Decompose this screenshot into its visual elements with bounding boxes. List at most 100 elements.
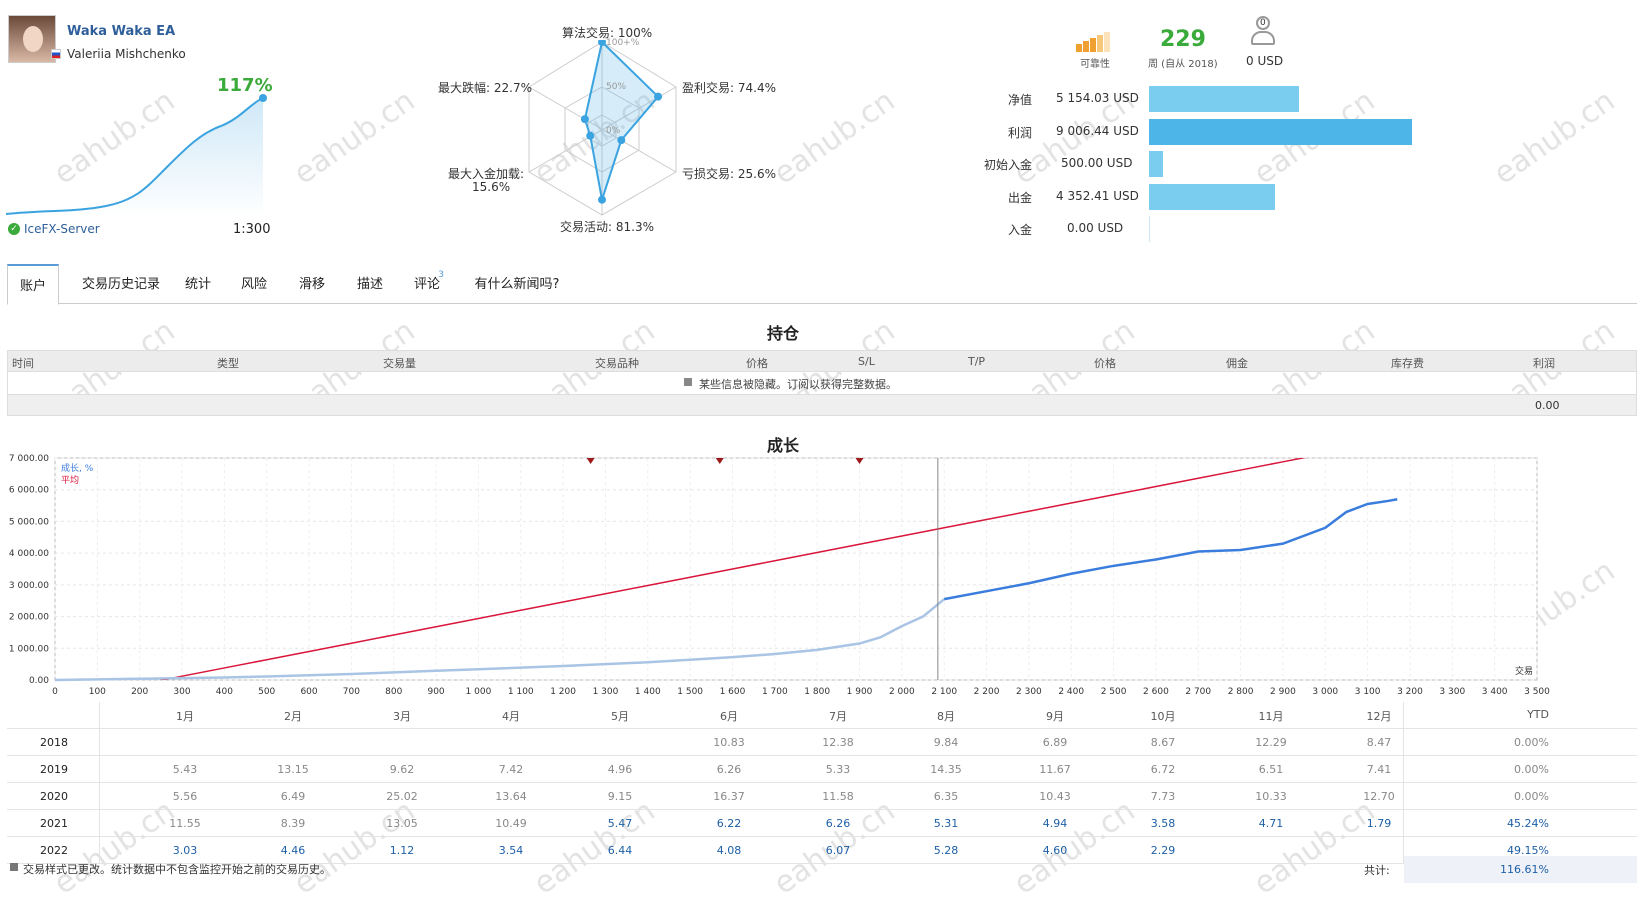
subscribers-value: 0 USD bbox=[1246, 54, 1284, 68]
radar-point bbox=[654, 92, 663, 101]
month-header: 3月 bbox=[393, 710, 411, 723]
month-header: 2月 bbox=[284, 710, 302, 723]
ytd-value: 0.00% bbox=[1514, 790, 1549, 803]
month-return: 3.58 bbox=[1150, 817, 1176, 830]
month-return: 6.22 bbox=[716, 817, 742, 830]
ytd-value: 0.00% bbox=[1514, 736, 1549, 749]
x-tick-label: 1 500 bbox=[677, 687, 703, 697]
year-label: 2020 bbox=[40, 790, 68, 803]
month-return: 8.67 bbox=[1150, 736, 1176, 749]
tab-statistics[interactable]: 统计 bbox=[179, 264, 217, 304]
growth-sparkline bbox=[6, 94, 267, 218]
verified-check-icon: ✓ bbox=[8, 223, 20, 235]
leverage: 1:300 bbox=[233, 222, 271, 237]
signal-header: Waka Waka EA Valeriia Mishchenko 117% ✓ … bbox=[0, 0, 1637, 255]
x-tick-label: 2 400 bbox=[1058, 687, 1084, 697]
month-header: 1月 bbox=[176, 710, 194, 723]
x-tick-label: 2 600 bbox=[1143, 687, 1169, 697]
month-return: 5.56 bbox=[172, 790, 198, 803]
radar-polygon bbox=[583, 40, 660, 201]
radar-chart bbox=[528, 40, 677, 216]
x-tick-label: 2 500 bbox=[1101, 687, 1127, 697]
russia-flag-icon bbox=[51, 49, 61, 59]
month-return: 9.84 bbox=[933, 736, 959, 749]
month-return: 6.07 bbox=[825, 844, 851, 857]
month-return: 2.29 bbox=[1150, 844, 1176, 857]
positions-column-header: T/P bbox=[968, 355, 986, 368]
x-tick-label: 100 bbox=[89, 687, 106, 697]
author-avatar[interactable] bbox=[8, 15, 56, 63]
tab-trade-history[interactable]: 交易历史记录 bbox=[71, 264, 171, 304]
month-return: 16.37 bbox=[713, 790, 745, 803]
month-return: 14.35 bbox=[930, 763, 962, 776]
month-return: 6.49 bbox=[280, 790, 306, 803]
tab-risk[interactable]: 风险 bbox=[235, 264, 273, 304]
tab-slippage[interactable]: 滑移 bbox=[293, 264, 331, 304]
stat-label: 净值 bbox=[1008, 93, 1033, 107]
x-tick-label: 2 800 bbox=[1228, 687, 1254, 697]
month-return: 4.71 bbox=[1258, 817, 1284, 830]
growth-chart[interactable]: 7 000.00 6 000.00 5 000.00 4 000.00 3 000.00… bbox=[0, 452, 1637, 702]
tab-reviews[interactable]: 评论 3 bbox=[407, 264, 447, 304]
year-label: 2022 bbox=[40, 844, 68, 857]
reliability-bars-icon bbox=[1076, 32, 1120, 52]
radar-scale-50: 50% bbox=[606, 82, 627, 92]
month-return: 4.60 bbox=[1042, 844, 1068, 857]
y-tick-label: 5 000.00 bbox=[9, 517, 49, 527]
radar-deposit-load-value: 15.6% bbox=[472, 180, 511, 194]
tab-account[interactable]: 账户 bbox=[7, 264, 59, 305]
month-return: 6.72 bbox=[1150, 763, 1176, 776]
ytd-value: 45.24% bbox=[1507, 817, 1549, 830]
returns-row: 2020 5.56 6.49 25.02 13.64 9.15 16.37 11.58 6.35… bbox=[7, 783, 1637, 810]
returns-header-row: 1月 2月 3月 4月 5月 6月 7月 8月 9月 10月 11月 12月 YTD bbox=[7, 702, 1637, 729]
x-tick-label: 1 700 bbox=[762, 687, 788, 697]
author-name[interactable]: Valeriia Mishchenko bbox=[67, 47, 186, 61]
tab-description[interactable]: 描述 bbox=[351, 264, 389, 304]
month-header: 5月 bbox=[611, 710, 629, 723]
x-tick-label: 3 400 bbox=[1482, 687, 1508, 697]
stat-label: 利润 bbox=[1008, 125, 1033, 140]
x-tick-label: 800 bbox=[385, 687, 402, 697]
stat-bar bbox=[1149, 151, 1164, 177]
x-tick-label: 300 bbox=[173, 687, 190, 697]
stat-value: 9 006.44 USD bbox=[1056, 123, 1139, 138]
hidden-notice[interactable]: 某些信息被隐藏。订阅以获得完整数据。 bbox=[699, 376, 897, 392]
footer-note: 交易样式已更改。统计数据中不包含监控开始之前的交易历史。 bbox=[23, 863, 331, 876]
weeks-value: 229 bbox=[1160, 27, 1206, 52]
radar-profit-label: 盈利交易: 74.4% bbox=[682, 81, 776, 95]
reviews-count-badge: 3 bbox=[438, 270, 444, 280]
positions-column-header: S/L bbox=[858, 355, 875, 368]
stat-value: 500.00 USD bbox=[1061, 156, 1133, 170]
x-tick-label: 2 200 bbox=[974, 687, 1000, 697]
server-name[interactable]: IceFX-Server bbox=[24, 222, 100, 236]
month-return: 11.67 bbox=[1039, 763, 1071, 776]
ea-name-link[interactable]: Waka Waka EA bbox=[67, 24, 175, 39]
month-return: 4.46 bbox=[280, 844, 306, 857]
info-square-icon bbox=[684, 378, 692, 386]
legend-average: 平均 bbox=[61, 474, 79, 486]
y-tick-label: 3 000.00 bbox=[9, 581, 49, 591]
legend-growth: 成长, % bbox=[61, 462, 94, 474]
tab-news[interactable]: 有什么新闻吗? bbox=[469, 264, 565, 304]
month-return: 8.47 bbox=[1366, 736, 1392, 749]
month-return: 9.62 bbox=[389, 763, 415, 776]
y-tick-label: 2 000.00 bbox=[9, 613, 49, 623]
positions-header: 时间 类型 交易量 交易品种 价格 S/L T/P 价格 佣金 库存费 利润 bbox=[7, 350, 1637, 372]
positions-total-row: 0.00 bbox=[7, 394, 1637, 416]
month-return: 12.38 bbox=[822, 736, 854, 749]
month-return: 7.41 bbox=[1366, 763, 1392, 776]
x-tick-label: 2 300 bbox=[1016, 687, 1042, 697]
month-return: 6.51 bbox=[1258, 763, 1284, 776]
tab-bar: 账户 交易历史记录 统计 风险 滑移 描述 评论 3 有什么新闻吗? bbox=[7, 264, 1637, 305]
x-tick-label: 3 000 bbox=[1312, 687, 1338, 697]
subscribers-count: 0 bbox=[1260, 18, 1266, 28]
month-header: 10月 bbox=[1150, 710, 1176, 723]
radar-algo-label: 算法交易: 100% bbox=[562, 26, 653, 40]
month-return: 5.47 bbox=[607, 817, 633, 830]
tab-label: 风险 bbox=[240, 277, 267, 292]
month-return: 6.35 bbox=[933, 790, 959, 803]
total-value: 116.61% bbox=[1500, 863, 1549, 876]
x-tick-label: 1 300 bbox=[593, 687, 619, 697]
month-return: 13.05 bbox=[386, 817, 418, 830]
radar-activity-label: 交易活动: 81.3% bbox=[560, 220, 654, 234]
